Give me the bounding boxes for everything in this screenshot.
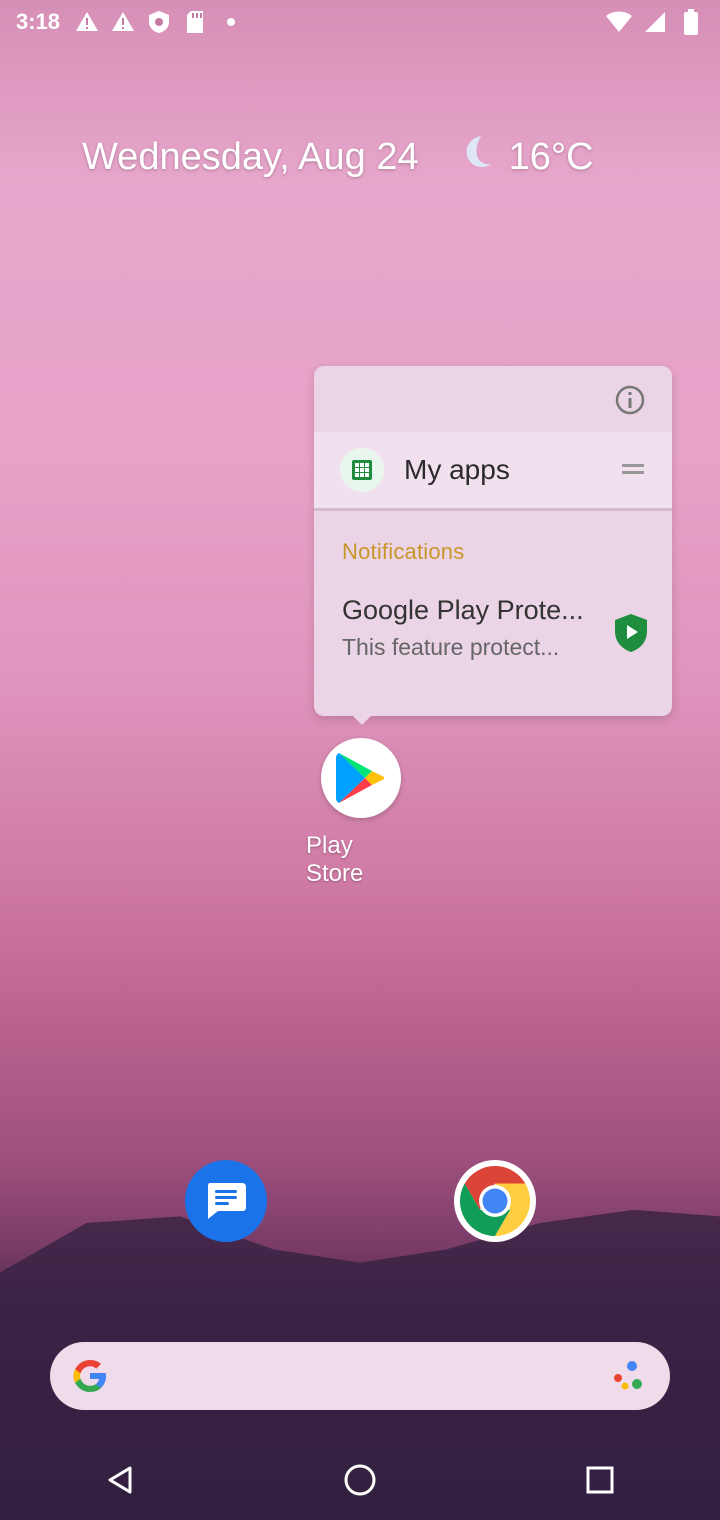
temperature-text[interactable]: 16°C	[509, 136, 594, 179]
status-bar: 3:18	[0, 0, 720, 44]
messages-icon[interactable]	[185, 1160, 267, 1242]
back-icon[interactable]	[90, 1450, 150, 1510]
app-label: Play Store	[306, 832, 364, 887]
play-protect-icon	[614, 613, 650, 653]
home-icon[interactable]	[330, 1450, 390, 1510]
moon-icon	[455, 132, 495, 182]
notification-item[interactable]: Google Play Prote... This feature protec…	[314, 565, 672, 661]
at-a-glance-widget[interactable]: Wednesday, Aug 24 16°C	[82, 132, 660, 182]
google-assistant-icon[interactable]	[608, 1358, 644, 1394]
drag-handle-icon[interactable]	[622, 462, 644, 474]
google-logo-icon	[70, 1356, 110, 1396]
shield-icon	[146, 9, 172, 35]
navigation-bar	[0, 1440, 720, 1520]
app-shortcut-popup: My apps Notifications Google Play Prote.…	[314, 366, 672, 716]
status-time: 3:18	[16, 9, 61, 34]
popup-header	[314, 366, 672, 432]
play-store-icon[interactable]	[321, 738, 401, 818]
google-search-bar[interactable]	[50, 1342, 670, 1410]
wifi-icon	[606, 9, 632, 35]
my-apps-icon	[340, 448, 384, 492]
recents-icon[interactable]	[570, 1450, 630, 1510]
popup-pointer	[351, 714, 373, 725]
shortcut-my-apps[interactable]: My apps	[314, 432, 672, 508]
sd-card-icon	[182, 9, 208, 35]
app-play-store[interactable]: Play Store	[306, 738, 416, 888]
chrome-icon[interactable]	[454, 1160, 536, 1242]
notifications-heading: Notifications	[342, 539, 465, 564]
signal-icon	[642, 9, 668, 35]
info-icon[interactable]	[610, 380, 650, 420]
date-text[interactable]: Wednesday, Aug 24	[82, 136, 419, 179]
alert-icon	[74, 9, 100, 35]
shortcut-label: My apps	[404, 454, 510, 485]
alert-icon	[110, 9, 136, 35]
battery-icon	[678, 9, 704, 35]
dot-icon	[218, 9, 244, 35]
